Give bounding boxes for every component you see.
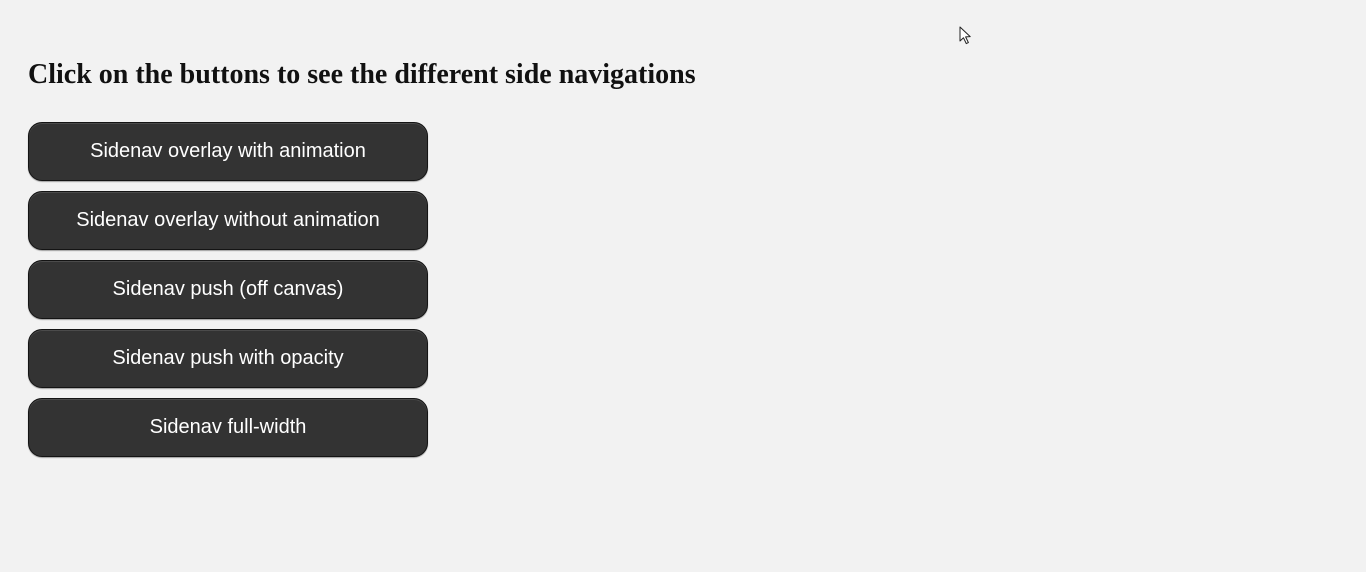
sidenav-push-opacity-button[interactable]: Sidenav push with opacity: [28, 329, 428, 388]
sidenav-overlay-animation-button[interactable]: Sidenav overlay with animation: [28, 122, 428, 181]
sidenav-overlay-no-animation-button[interactable]: Sidenav overlay without animation: [28, 191, 428, 250]
button-list: Sidenav overlay with animation Sidenav o…: [28, 122, 428, 467]
mouse-pointer-icon: [959, 26, 971, 45]
sidenav-push-button[interactable]: Sidenav push (off canvas): [28, 260, 428, 319]
sidenav-full-width-button[interactable]: Sidenav full-width: [28, 398, 428, 457]
page-title: Click on the buttons to see the differen…: [28, 59, 696, 90]
